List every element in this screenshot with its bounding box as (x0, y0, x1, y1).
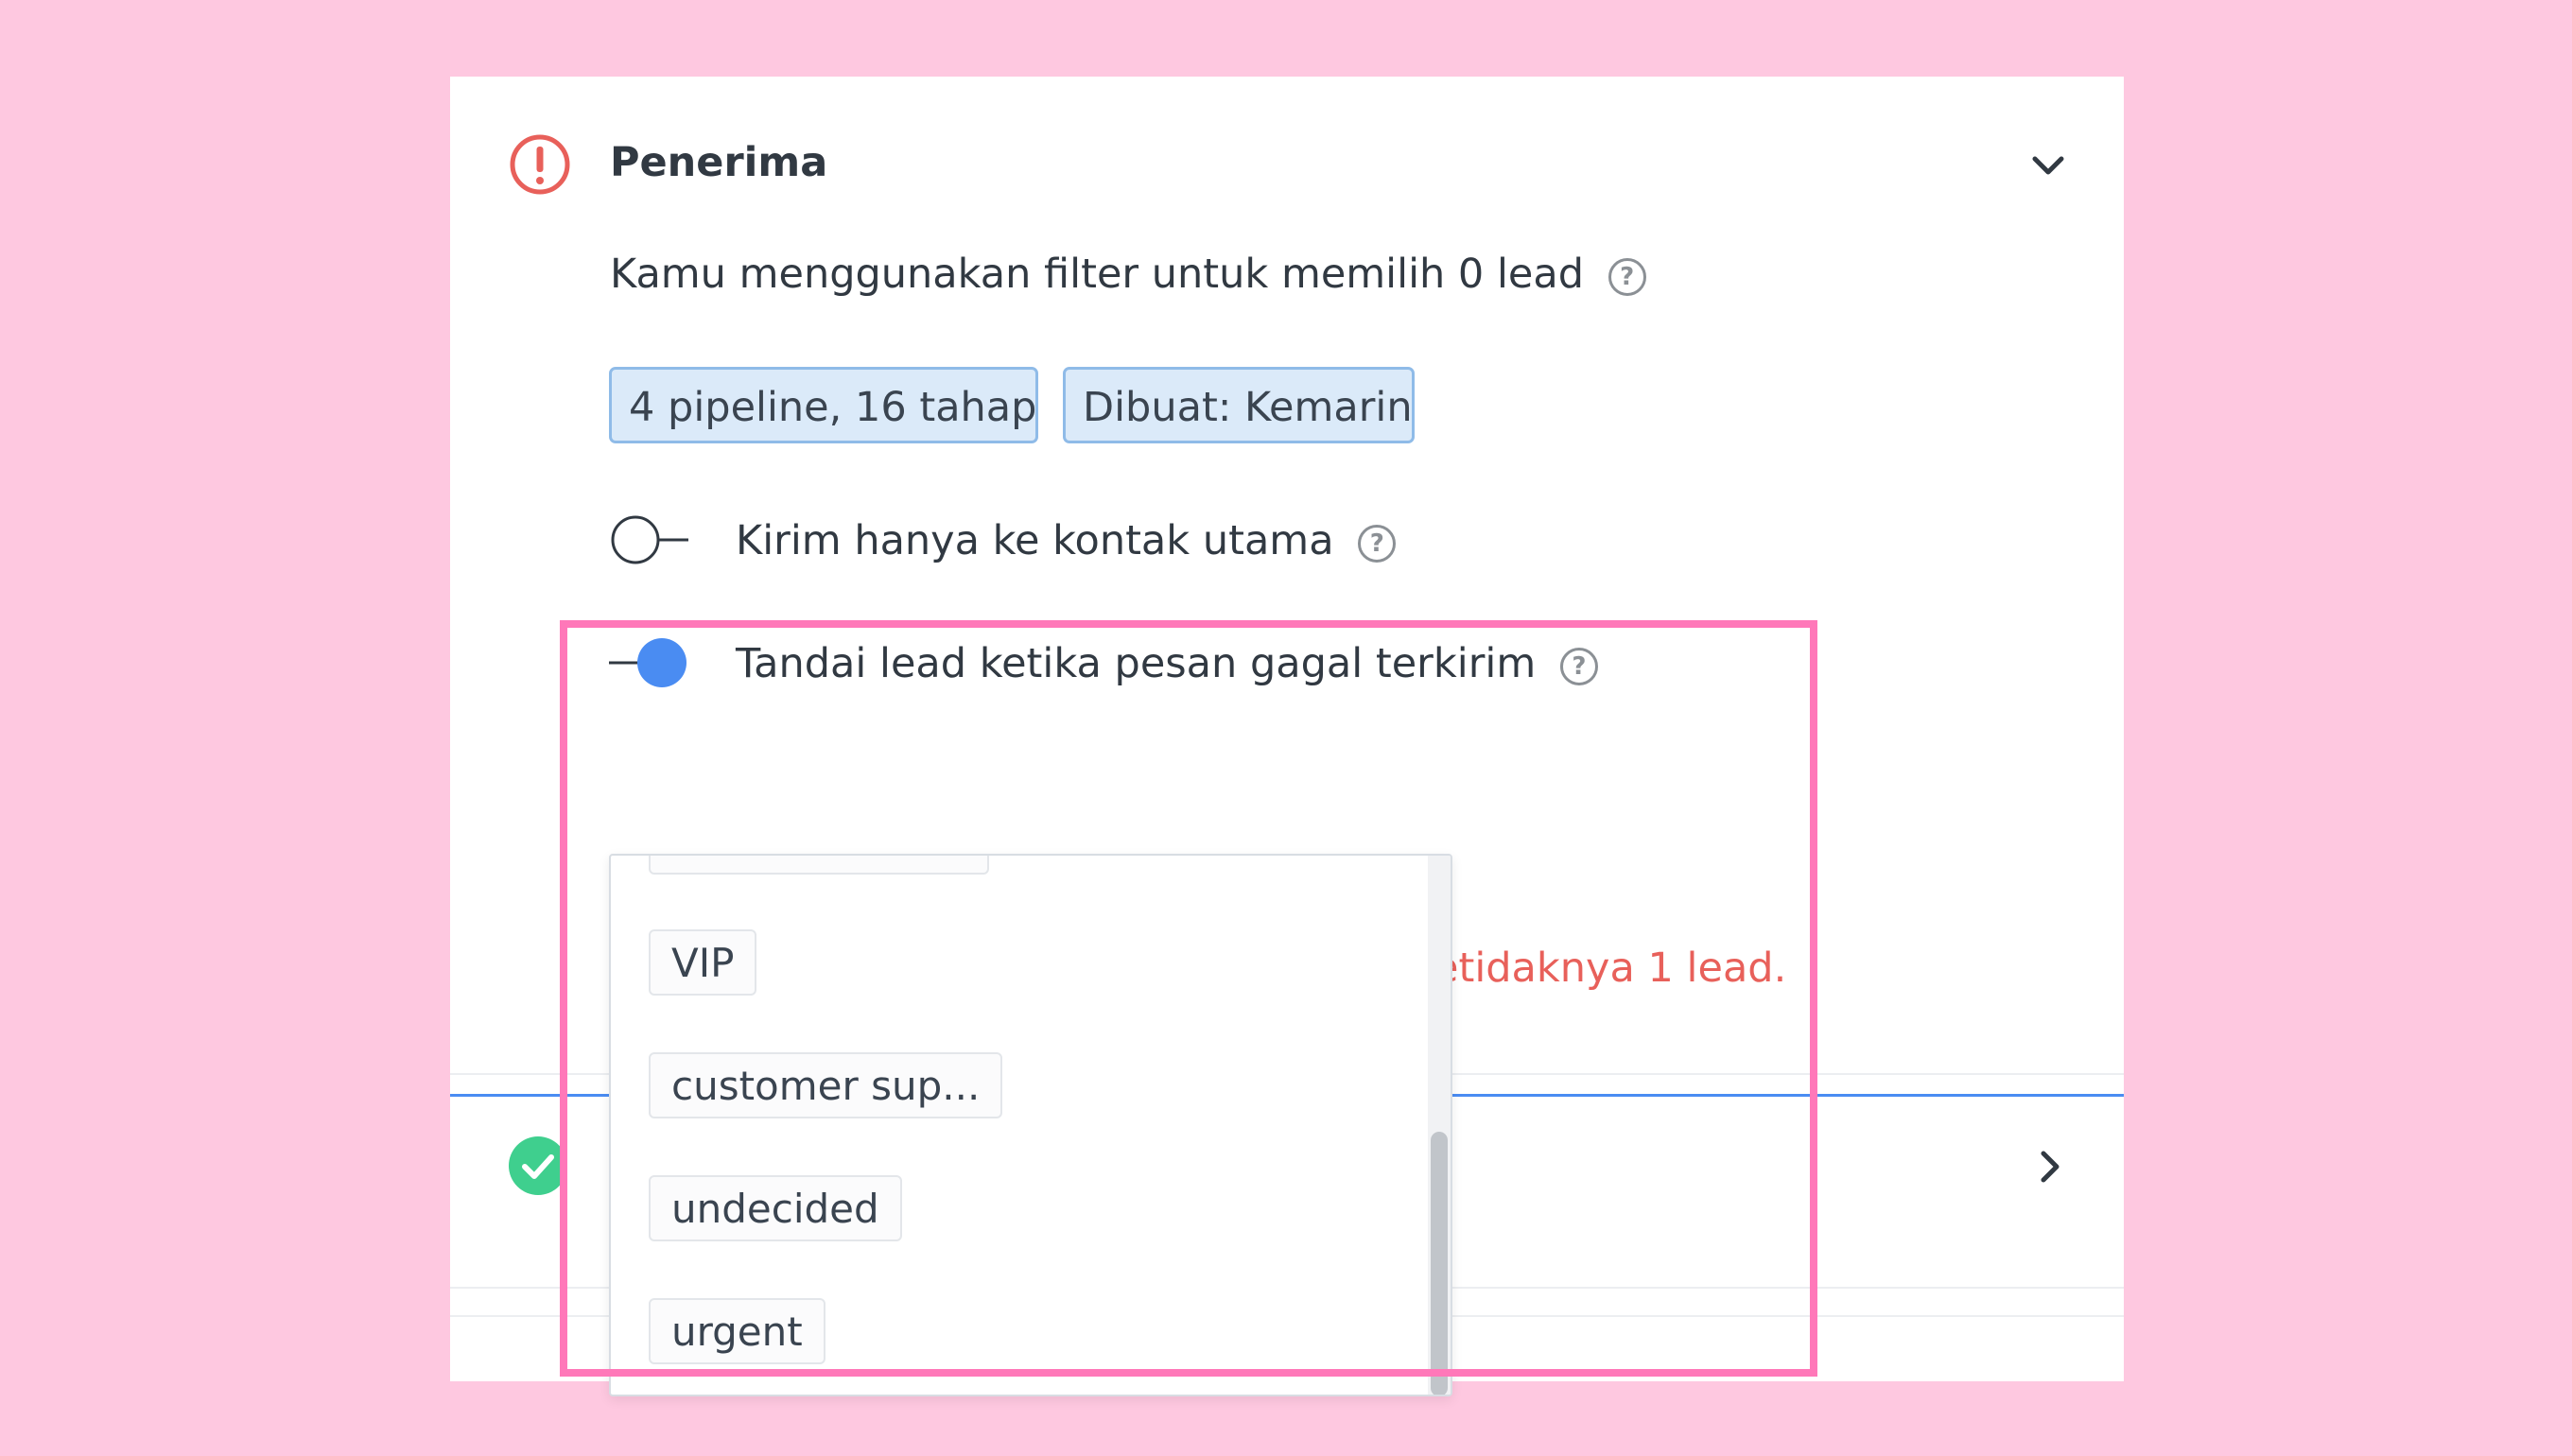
tag-option[interactable]: undecided (649, 1175, 902, 1241)
tag-option[interactable]: VIP (649, 929, 757, 996)
mark-failed-toggle[interactable] (609, 636, 688, 689)
help-icon[interactable]: ? (1358, 524, 1397, 563)
main-contact-toggle[interactable] (609, 513, 688, 566)
error-icon (510, 134, 570, 195)
mark-failed-option: Tandai lead ketika pesan gagal terkirim … (736, 640, 1598, 687)
pipeline-chip[interactable]: 4 pipeline, 16 tahap (609, 367, 1038, 443)
main-contact-label: Kirim hanya ke kontak utama (736, 517, 1334, 564)
filter-summary: Kamu menggunakan filter untuk memilih 0 … (610, 251, 1646, 298)
section-title: Penerima (610, 139, 828, 186)
chevron-right-icon[interactable] (2031, 1148, 2069, 1186)
tag-option[interactable]: customer sup... (649, 1052, 1003, 1118)
created-chip[interactable]: Dibuat: Kemarin (1063, 367, 1415, 443)
check-circle-icon (509, 1136, 567, 1195)
mark-failed-label: Tandai lead ketika pesan gagal terkirim (736, 640, 1537, 687)
filter-summary-text: Kamu menggunakan filter untuk memilih 0 … (610, 251, 1585, 298)
help-icon[interactable]: ? (1608, 257, 1646, 296)
scrollbar-thumb[interactable] (1431, 1132, 1448, 1395)
partial-tag[interactable] (649, 856, 989, 875)
tag-option[interactable]: urgent (649, 1298, 825, 1364)
main-contact-option: Kirim hanya ke kontak utama ? (736, 517, 1397, 564)
chevron-down-icon[interactable] (2029, 147, 2067, 184)
error-message: etidaknya 1 lead. (1434, 945, 1787, 992)
help-icon[interactable]: ? (1559, 647, 1598, 685)
dropdown-scrollbar[interactable] (1428, 856, 1451, 1395)
tag-dropdown[interactable]: VIP customer sup... undecided urgent (609, 854, 1452, 1396)
